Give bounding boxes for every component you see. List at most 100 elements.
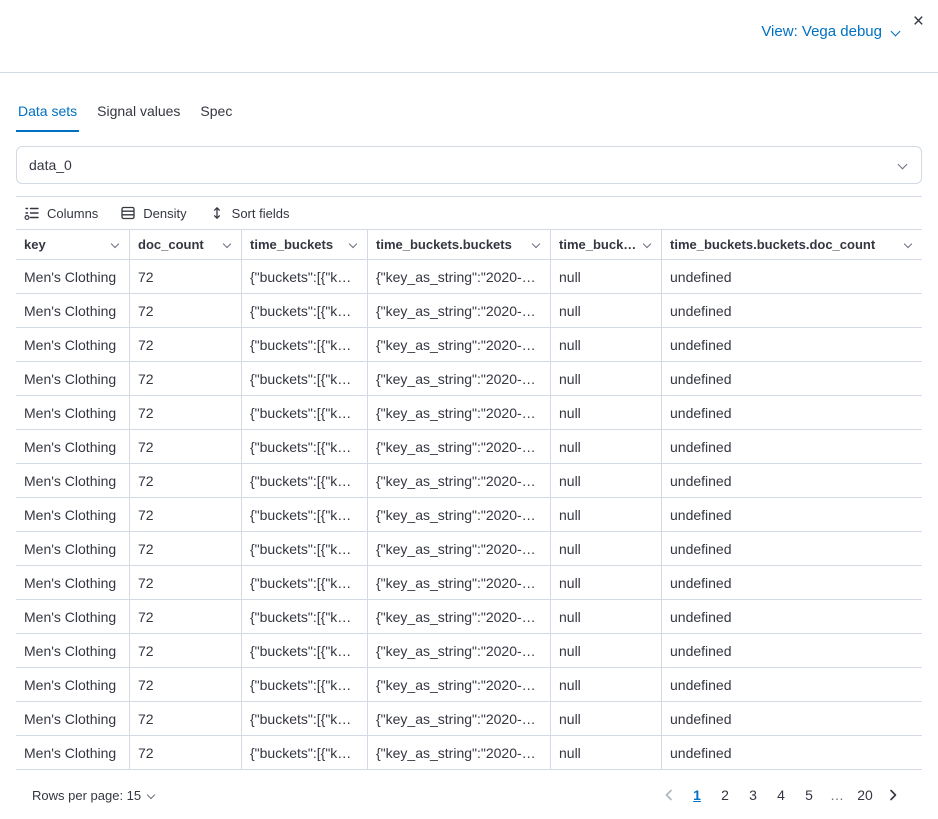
column-header-doc-count[interactable]: doc_count: [130, 230, 242, 259]
table-cell[interactable]: {"buckets":[{"k…: [242, 566, 368, 599]
table-cell[interactable]: {"buckets":[{"k…: [242, 532, 368, 565]
table-cell[interactable]: null: [551, 702, 662, 735]
table-cell[interactable]: 72: [130, 498, 242, 531]
table-cell[interactable]: undefined: [662, 566, 922, 599]
table-cell[interactable]: null: [551, 294, 662, 327]
table-cell[interactable]: undefined: [662, 328, 922, 361]
table-cell[interactable]: {"buckets":[{"k…: [242, 702, 368, 735]
table-cell[interactable]: Men's Clothing: [16, 260, 130, 293]
table-cell[interactable]: null: [551, 260, 662, 293]
table-cell[interactable]: null: [551, 498, 662, 531]
table-cell[interactable]: undefined: [662, 430, 922, 463]
table-cell[interactable]: null: [551, 396, 662, 429]
table-cell[interactable]: {"buckets":[{"k…: [242, 736, 368, 769]
table-cell[interactable]: 72: [130, 600, 242, 633]
table-cell[interactable]: null: [551, 464, 662, 497]
table-cell[interactable]: 72: [130, 396, 242, 429]
table-cell[interactable]: undefined: [662, 736, 922, 769]
table-cell[interactable]: {"key_as_string":"2020-…: [368, 464, 551, 497]
pagination-page-4[interactable]: 4: [768, 782, 794, 808]
table-cell[interactable]: Men's Clothing: [16, 396, 130, 429]
table-cell[interactable]: 72: [130, 668, 242, 701]
table-cell[interactable]: {"key_as_string":"2020-…: [368, 294, 551, 327]
table-cell[interactable]: undefined: [662, 668, 922, 701]
pagination-page-1[interactable]: 1: [684, 782, 710, 808]
sort-fields-button[interactable]: Sort fields: [209, 205, 290, 221]
table-cell[interactable]: null: [551, 600, 662, 633]
table-cell[interactable]: 72: [130, 702, 242, 735]
table-cell[interactable]: undefined: [662, 260, 922, 293]
table-cell[interactable]: null: [551, 362, 662, 395]
table-cell[interactable]: {"key_as_string":"2020-…: [368, 260, 551, 293]
tab-signal-values[interactable]: Signal values: [95, 93, 182, 132]
table-cell[interactable]: {"buckets":[{"k…: [242, 600, 368, 633]
table-cell[interactable]: 72: [130, 634, 242, 667]
pagination-page-5[interactable]: 5: [796, 782, 822, 808]
table-cell[interactable]: undefined: [662, 634, 922, 667]
table-cell[interactable]: {"key_as_string":"2020-…: [368, 702, 551, 735]
rows-per-page-button[interactable]: Rows per page: 15: [32, 788, 157, 803]
table-cell[interactable]: null: [551, 328, 662, 361]
table-cell[interactable]: Men's Clothing: [16, 600, 130, 633]
table-cell[interactable]: Men's Clothing: [16, 430, 130, 463]
table-cell[interactable]: {"key_as_string":"2020-…: [368, 566, 551, 599]
table-cell[interactable]: {"buckets":[{"k…: [242, 464, 368, 497]
table-cell[interactable]: Men's Clothing: [16, 464, 130, 497]
table-cell[interactable]: {"key_as_string":"2020-…: [368, 668, 551, 701]
table-cell[interactable]: 72: [130, 362, 242, 395]
table-cell[interactable]: null: [551, 430, 662, 463]
view-selector-button[interactable]: View: Vega debug: [761, 23, 902, 40]
table-cell[interactable]: {"key_as_string":"2020-…: [368, 362, 551, 395]
table-cell[interactable]: {"buckets":[{"k…: [242, 294, 368, 327]
table-cell[interactable]: undefined: [662, 294, 922, 327]
table-cell[interactable]: {"key_as_string":"2020-…: [368, 430, 551, 463]
close-icon[interactable]: ×: [909, 10, 928, 33]
table-cell[interactable]: Men's Clothing: [16, 362, 130, 395]
tab-spec[interactable]: Spec: [198, 93, 234, 132]
table-cell[interactable]: {"key_as_string":"2020-…: [368, 600, 551, 633]
table-cell[interactable]: undefined: [662, 362, 922, 395]
table-cell[interactable]: {"key_as_string":"2020-…: [368, 396, 551, 429]
table-cell[interactable]: {"buckets":[{"k…: [242, 634, 368, 667]
table-cell[interactable]: null: [551, 532, 662, 565]
table-cell[interactable]: 72: [130, 260, 242, 293]
table-cell[interactable]: undefined: [662, 532, 922, 565]
density-button[interactable]: Density: [120, 205, 186, 221]
table-cell[interactable]: Men's Clothing: [16, 668, 130, 701]
table-cell[interactable]: {"key_as_string":"2020-…: [368, 736, 551, 769]
table-cell[interactable]: 72: [130, 464, 242, 497]
table-cell[interactable]: {"buckets":[{"k…: [242, 668, 368, 701]
pagination-page-3[interactable]: 3: [740, 782, 766, 808]
column-header-time-buck[interactable]: time_buck…: [551, 230, 662, 259]
table-cell[interactable]: {"buckets":[{"k…: [242, 260, 368, 293]
table-cell[interactable]: {"buckets":[{"k…: [242, 328, 368, 361]
table-cell[interactable]: {"buckets":[{"k…: [242, 396, 368, 429]
table-cell[interactable]: {"buckets":[{"k…: [242, 362, 368, 395]
table-cell[interactable]: {"buckets":[{"k…: [242, 430, 368, 463]
columns-button[interactable]: Columns: [24, 205, 98, 221]
column-header-time-buckets-buckets[interactable]: time_buckets.buckets: [368, 230, 551, 259]
table-cell[interactable]: undefined: [662, 702, 922, 735]
table-cell[interactable]: Men's Clothing: [16, 532, 130, 565]
table-cell[interactable]: 72: [130, 566, 242, 599]
table-cell[interactable]: null: [551, 668, 662, 701]
previous-page-button[interactable]: [656, 782, 682, 808]
table-cell[interactable]: Men's Clothing: [16, 294, 130, 327]
table-cell[interactable]: Men's Clothing: [16, 566, 130, 599]
table-cell[interactable]: Men's Clothing: [16, 328, 130, 361]
column-header-key[interactable]: key: [16, 230, 130, 259]
column-header-time-buckets[interactable]: time_buckets: [242, 230, 368, 259]
pagination-page-2[interactable]: 2: [712, 782, 738, 808]
table-cell[interactable]: undefined: [662, 498, 922, 531]
pagination-page-20[interactable]: 20: [852, 782, 878, 808]
column-header-time-buckets-buckets-doc-count[interactable]: time_buckets.buckets.doc_count: [662, 230, 922, 259]
table-cell[interactable]: undefined: [662, 396, 922, 429]
table-cell[interactable]: {"key_as_string":"2020-…: [368, 532, 551, 565]
table-cell[interactable]: undefined: [662, 464, 922, 497]
table-cell[interactable]: Men's Clothing: [16, 498, 130, 531]
table-cell[interactable]: {"key_as_string":"2020-…: [368, 498, 551, 531]
table-cell[interactable]: {"key_as_string":"2020-…: [368, 328, 551, 361]
table-cell[interactable]: Men's Clothing: [16, 634, 130, 667]
table-cell[interactable]: 72: [130, 328, 242, 361]
table-cell[interactable]: 72: [130, 294, 242, 327]
